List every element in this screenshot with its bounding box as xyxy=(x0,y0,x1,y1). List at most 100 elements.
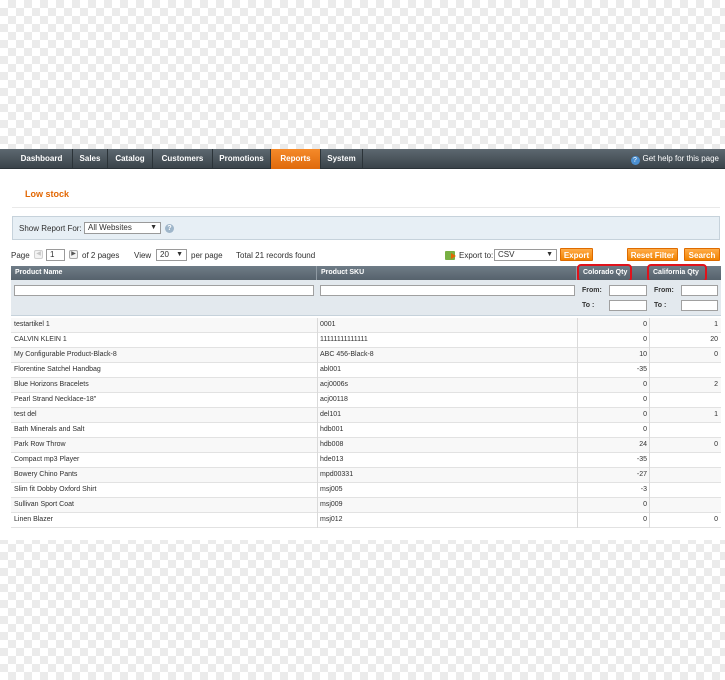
table-row[interactable]: Park Row Throw hdb008 24 0 xyxy=(11,438,721,453)
cell-colorado-qty: 0 xyxy=(643,411,647,418)
column-divider xyxy=(649,318,650,528)
nav-reports[interactable]: Reports xyxy=(271,149,321,169)
california-from-input[interactable] xyxy=(681,285,718,296)
cell-california-qty xyxy=(649,483,718,497)
table-row[interactable]: CALVIN KLEIN 1 11111111111111 0 20 xyxy=(11,333,721,348)
view-label: View xyxy=(134,251,152,260)
cell-product-name: Linen Blazer xyxy=(14,516,53,523)
table-row[interactable]: testartikel 1 0001 0 1 xyxy=(11,318,721,333)
cell-california-qty: 2 xyxy=(714,381,718,388)
cell-california-qty: 20 xyxy=(710,336,718,343)
nav-promotions[interactable]: Promotions xyxy=(213,149,271,169)
cell-california-qty xyxy=(649,453,718,467)
table-row[interactable]: Linen Blazer msj012 0 0 xyxy=(11,513,721,528)
cell-colorado-qty: 0 xyxy=(643,426,647,433)
colorado-from-input[interactable] xyxy=(609,285,647,296)
nav-sales[interactable]: Sales xyxy=(73,149,108,169)
main-nav: Dashboard Sales Catalog Customers Promot… xyxy=(0,149,725,169)
cell-product-sku: abl001 xyxy=(320,366,342,373)
california-to-label: To : xyxy=(654,302,667,309)
cell-california-qty xyxy=(649,393,718,407)
filter-product-sku[interactable] xyxy=(320,285,575,296)
table-row[interactable]: Pearl Strand Necklace-18" acj00118 0 xyxy=(11,393,721,408)
export-format-value: CSV xyxy=(498,250,515,259)
cell-product-sku: msj009 xyxy=(320,501,343,508)
per-page-label: per page xyxy=(191,251,223,260)
cell-colorado-qty: 0 xyxy=(643,501,647,508)
chevron-down-icon: ▼ xyxy=(150,224,157,231)
info-icon[interactable]: ? xyxy=(165,224,174,233)
cell-product-sku: hdb008 xyxy=(320,441,344,448)
california-to-input[interactable] xyxy=(681,300,718,311)
export-format-select[interactable]: CSV ▼ xyxy=(494,249,557,261)
cell-product-name: CALVIN KLEIN 1 xyxy=(14,336,67,343)
cell-product-name: Bath Minerals and Salt xyxy=(14,426,85,433)
cell-colorado-qty: -35 xyxy=(636,456,647,463)
table-row[interactable]: Blue Horizons Bracelets acj0006s 0 2 xyxy=(11,378,721,393)
cell-colorado-qty: 0 xyxy=(643,396,647,403)
admin-window: Dashboard Sales Catalog Customers Promot… xyxy=(0,149,725,540)
colorado-from-label: From: xyxy=(582,287,602,294)
cell-product-sku: 11111111111111 xyxy=(320,336,368,343)
table-row[interactable]: Florentine Satchel Handbag abl001 -35 xyxy=(11,363,721,378)
cell-california-qty xyxy=(649,498,718,512)
cell-product-name: Compact mp3 Player xyxy=(14,456,80,463)
prev-page-icon[interactable]: ◀ xyxy=(34,250,43,259)
cell-product-name: Sullivan Sport Coat xyxy=(14,501,74,508)
cell-product-sku: msj005 xyxy=(320,486,343,493)
table-row[interactable]: Compact mp3 Player hde013 -35 xyxy=(11,453,721,468)
table-row[interactable]: Bath Minerals and Salt hdb001 0 xyxy=(11,423,721,438)
column-product-sku[interactable]: Product SKU xyxy=(317,266,577,280)
cell-california-qty: 0 xyxy=(714,516,718,523)
colorado-to-input[interactable] xyxy=(609,300,647,311)
next-page-icon[interactable]: ▶ xyxy=(69,250,78,259)
cell-product-name: test del xyxy=(14,411,37,418)
cell-product-sku: acj0006s xyxy=(320,381,349,388)
cell-product-name: Bowery Chino Pants xyxy=(14,471,78,478)
store-switcher-select[interactable]: All Websites ▼ xyxy=(84,222,161,234)
cell-product-name: Florentine Satchel Handbag xyxy=(14,366,101,373)
help-label: Get help for this page xyxy=(642,154,720,163)
nav-catalog[interactable]: Catalog xyxy=(108,149,153,169)
cell-colorado-qty: 0 xyxy=(643,321,647,328)
california-from-label: From: xyxy=(654,287,674,294)
title-divider xyxy=(12,207,720,208)
grid-pager: Page ◀ 1 ▶ of 2 pages View 20 ▼ per page… xyxy=(11,248,721,262)
cell-california-qty xyxy=(649,423,718,437)
help-link[interactable]: ? Get help for this page xyxy=(630,149,720,169)
nav-dashboard[interactable]: Dashboard xyxy=(11,149,73,169)
cell-california-qty: 0 xyxy=(714,351,718,358)
cell-product-name: Slim fit Dobby Oxford Shirt xyxy=(14,486,97,493)
per-page-select[interactable]: 20 ▼ xyxy=(156,249,187,261)
table-row[interactable]: Bowery Chino Pants mpd00331 -27 xyxy=(11,468,721,483)
cell-california-qty: 0 xyxy=(714,441,718,448)
cell-product-sku: hde013 xyxy=(320,456,344,463)
cell-product-sku: msj012 xyxy=(320,516,343,523)
page-number-input[interactable]: 1 xyxy=(46,249,65,261)
per-page-value: 20 xyxy=(160,250,169,259)
table-row[interactable]: Sullivan Sport Coat msj009 0 xyxy=(11,498,721,513)
store-switcher-value: All Websites xyxy=(88,223,132,232)
export-icon xyxy=(445,251,456,260)
table-row[interactable]: Slim fit Dobby Oxford Shirt msj005 -3 xyxy=(11,483,721,498)
table-row[interactable]: test del del101 0 1 xyxy=(11,408,721,423)
column-divider xyxy=(317,318,318,528)
cell-product-sku: acj00118 xyxy=(320,396,348,403)
table-row[interactable]: My Configurable Product-Black-8 ABC 456-B… xyxy=(11,348,721,363)
reset-filter-button[interactable]: Reset Filter xyxy=(627,248,678,261)
column-divider xyxy=(577,318,578,528)
colorado-to-label: To : xyxy=(582,302,595,309)
page-count-text: of 2 pages xyxy=(82,251,120,260)
cell-product-name: Park Row Throw xyxy=(14,441,66,448)
filter-product-name[interactable] xyxy=(14,285,314,296)
cell-california-qty: 1 xyxy=(714,411,718,418)
search-button[interactable]: Search xyxy=(684,248,720,261)
nav-customers[interactable]: Customers xyxy=(153,149,213,169)
cell-california-qty: 1 xyxy=(714,321,718,328)
cell-california-qty xyxy=(649,468,718,482)
nav-system[interactable]: System xyxy=(321,149,363,169)
column-product-name[interactable]: Product Name xyxy=(11,266,317,280)
cell-product-sku: hdb001 xyxy=(320,426,344,433)
export-button[interactable]: Export xyxy=(560,248,593,261)
cell-product-sku: 0001 xyxy=(320,321,336,328)
